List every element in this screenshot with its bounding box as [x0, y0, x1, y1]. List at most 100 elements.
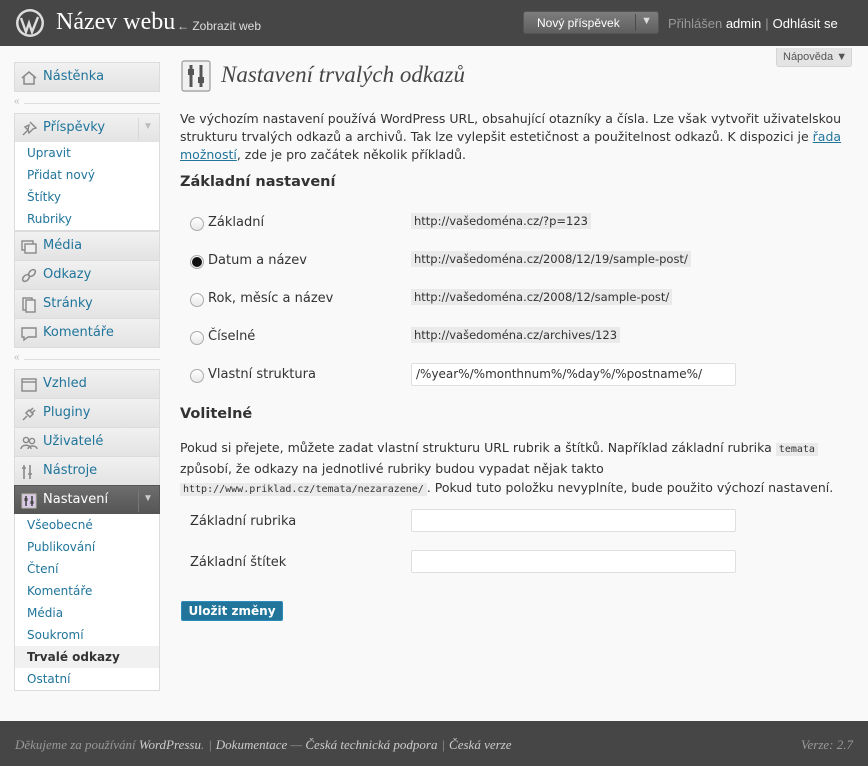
new-post-button[interactable]: Nový příspěvek ▼	[523, 11, 659, 34]
intro-paragraph: Ve výchozím nastavení používá WordPress …	[180, 110, 856, 164]
sidebar-item-label: Příspěvky	[43, 120, 106, 135]
sidebar-item-media[interactable]: Média	[14, 231, 160, 261]
user-info: Přihlášen admin | Odhlásit se	[668, 16, 838, 31]
example-url: http://vašedoména.cz/archives/123	[411, 327, 621, 343]
example-code: temata	[775, 443, 818, 456]
radio-custom[interactable]	[190, 369, 204, 383]
help-tab-label: Nápověda ▼	[783, 51, 848, 63]
wordpress-link[interactable]: WordPressu	[139, 737, 201, 752]
radio-day-name[interactable]	[190, 255, 204, 269]
view-site-link[interactable]: ← Zobrazit web	[177, 19, 261, 33]
sidebar-item-label: Pluginy	[43, 405, 91, 420]
submenu-item-privacy[interactable]: Soukromí	[15, 624, 159, 646]
logout-link[interactable]: Odhlásit se	[773, 16, 838, 31]
radio-month-name[interactable]	[190, 293, 204, 307]
save-changes-button[interactable]: Uložit změny	[181, 601, 283, 621]
sidebar-item-label: Nástěnka	[43, 69, 105, 84]
dashboard-icon	[21, 71, 37, 85]
optional-text: způsobí, že odkazy na jednotlivé rubriky…	[180, 461, 604, 476]
category-base-input[interactable]	[411, 509, 736, 532]
sidebar-item-dashboard[interactable]: Nástěnka	[14, 62, 160, 92]
submenu-item-writing[interactable]: Publikování	[15, 536, 159, 558]
optional-heading: Volitelné	[180, 406, 253, 422]
tag-base-label: Základní štítek	[190, 555, 287, 570]
username-link[interactable]: admin	[726, 16, 761, 31]
dropdown-separator	[635, 14, 636, 31]
footer-thanks: Děkujeme za používání	[15, 737, 139, 752]
submenu-item-misc[interactable]: Ostatní	[15, 668, 159, 690]
help-tab[interactable]: Nápověda ▼	[776, 48, 852, 67]
sidebar-item-label: Uživatelé	[43, 434, 104, 449]
chevron-down-icon[interactable]: ▼	[141, 493, 155, 507]
common-settings-heading: Základní nastavení	[180, 174, 336, 190]
sidebar-item-appearance[interactable]: Vzhled	[14, 369, 160, 399]
option-label[interactable]: Základní	[208, 215, 264, 230]
users-icon	[20, 436, 38, 450]
sidebar-item-pages[interactable]: Stránky	[14, 289, 160, 319]
intro-text-end: , zde je pro začátek několik příkladů.	[236, 147, 467, 162]
footer-links: Děkujeme za používání WordPressu. | Dokume…	[15, 737, 512, 752]
sidebar-item-comments[interactable]: Komentáře	[14, 318, 160, 348]
settings-submenu: Všeobecné Publikování Čtení Komentáře Mé…	[14, 514, 160, 691]
sidebar-item-label: Média	[43, 238, 83, 253]
plug-icon	[22, 407, 36, 421]
settings-sliders-icon	[181, 60, 211, 92]
example-url: http://vašedoména.cz/?p=123	[411, 213, 591, 229]
option-label[interactable]: Vlastní struktura	[208, 367, 316, 382]
intro-text: Ve výchozím nastavení používá WordPress …	[180, 111, 842, 144]
sidebar-item-label: Stránky	[43, 296, 93, 311]
link-icon	[21, 268, 37, 283]
sidebar-item-settings[interactable]: Nastavení ▼	[14, 485, 160, 515]
logged-in-label: Přihlášen	[668, 16, 723, 31]
submenu-item-permalinks[interactable]: Trvalé odkazy	[15, 646, 159, 668]
comment-bubble-icon	[21, 327, 37, 342]
pages-icon	[22, 297, 36, 313]
tag-base-input[interactable]	[411, 550, 736, 573]
posts-submenu: Upravit Přidat nový Štítky Rubriky	[14, 142, 160, 231]
pushpin-icon	[22, 121, 38, 136]
sidebar-item-label: Komentáře	[43, 325, 114, 340]
czech-version-link[interactable]: Česká verze	[449, 737, 511, 752]
submenu-item-categories[interactable]: Rubriky	[15, 208, 159, 230]
submenu-item-media[interactable]: Média	[15, 602, 159, 624]
settings-sliders-icon	[21, 493, 37, 509]
sidebar-item-posts[interactable]: Příspěvky ▼	[14, 113, 160, 143]
radio-numeric[interactable]	[190, 331, 204, 345]
collapse-arrows-icon: «	[14, 352, 20, 363]
media-icon	[21, 240, 37, 254]
menu-separator[interactable]: «	[14, 96, 160, 109]
radio-default[interactable]	[190, 217, 204, 231]
example-url: http://vašedoména.cz/2008/12/sample-post…	[411, 289, 673, 305]
footer-dash: —	[287, 737, 306, 752]
collapse-arrows-icon: «	[14, 96, 20, 107]
sidebar-item-tools[interactable]: Nástroje	[14, 456, 160, 486]
sidebar-item-users[interactable]: Uživatelé	[14, 427, 160, 457]
submenu-item-reading[interactable]: Čtení	[15, 558, 159, 580]
appearance-icon	[21, 378, 37, 392]
optional-description: Pokud si přejete, můžete zadat vlastní s…	[180, 438, 850, 499]
chevron-down-icon[interactable]: ▼	[641, 15, 652, 27]
category-base-label: Základní rubrika	[190, 514, 297, 529]
menu-separator[interactable]: «	[14, 352, 160, 365]
submenu-item-edit[interactable]: Upravit	[15, 142, 159, 164]
option-label[interactable]: Datum a název	[208, 253, 307, 268]
wordpress-logo-icon[interactable]	[15, 8, 45, 38]
chevron-down-icon[interactable]: ▼	[141, 121, 155, 135]
admin-header: Název webu ← Zobrazit web Nový příspěvek…	[0, 0, 868, 46]
sidebar-item-links[interactable]: Odkazy	[14, 260, 160, 290]
sidebar-item-plugins[interactable]: Pluginy	[14, 398, 160, 428]
submenu-item-discussion[interactable]: Komentáře	[15, 580, 159, 602]
option-label[interactable]: Číselné	[208, 329, 255, 344]
czech-support-link[interactable]: Česká technická podpora	[305, 737, 437, 752]
documentation-link[interactable]: Dokumentace	[216, 737, 287, 752]
example-url: http://vašedoména.cz/2008/12/19/sample-p…	[411, 251, 691, 267]
submenu-item-general[interactable]: Všeobecné	[15, 514, 159, 536]
tools-icon	[22, 465, 32, 479]
custom-structure-input[interactable]: /%year%/%monthnum%/%day%/%postname%/	[411, 363, 736, 386]
admin-footer: Děkujeme za používání WordPressu. | Dokume…	[0, 721, 868, 766]
submenu-item-add-new[interactable]: Přidat nový	[15, 164, 159, 186]
submenu-item-tags[interactable]: Štítky	[15, 186, 159, 208]
option-label[interactable]: Rok, měsíc a název	[208, 291, 333, 306]
sidebar-item-label: Nastavení	[43, 492, 109, 507]
optional-text: . Pokud tuto položku nevyplníte, bude po…	[426, 480, 834, 495]
